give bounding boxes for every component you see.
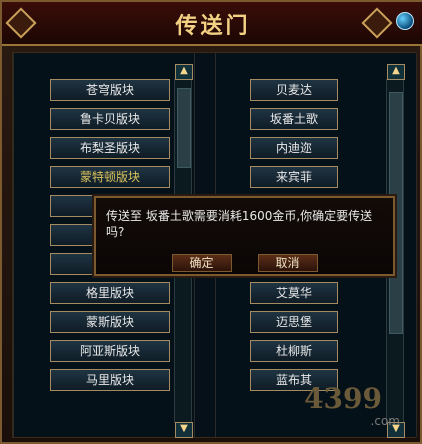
dialog-buttons: 确定 取消 <box>96 254 393 272</box>
watermark: 4399 .com <box>260 376 410 428</box>
right-item-3[interactable]: 来宾菲 <box>250 166 338 188</box>
watermark-domain: .com <box>370 414 400 428</box>
left-item-3[interactable]: 蒙特顿版块 <box>50 166 170 188</box>
left-scroll-thumb[interactable] <box>177 88 191 168</box>
left-item-7[interactable]: 格里版块 <box>50 282 170 304</box>
confirm-dialog: 传送至 坂番土歌需要消耗1600金币,你确定要传送吗? 确定 取消 <box>94 196 395 276</box>
left-item-10[interactable]: 马里版块 <box>50 369 170 391</box>
cancel-button[interactable]: 取消 <box>257 254 318 272</box>
right-item-2[interactable]: 内迪迩 <box>250 137 338 159</box>
left-item-2[interactable]: 布梨圣版块 <box>50 137 170 159</box>
confirm-button[interactable]: 确定 <box>171 254 232 272</box>
watermark-brand: 4399 <box>304 382 382 415</box>
dialog-message: 传送至 坂番土歌需要消耗1600金币,你确定要传送吗? <box>106 209 373 239</box>
close-orb-icon[interactable] <box>396 12 414 30</box>
right-item-0[interactable]: 贝麦达 <box>250 79 338 101</box>
right-item-1[interactable]: 坂番土歌 <box>250 108 338 130</box>
left-item-8[interactable]: 蒙斯版块 <box>50 311 170 333</box>
up-arrow-icon[interactable]: ▲ <box>387 64 405 80</box>
window-header: 传送门 <box>2 2 422 46</box>
down-arrow-icon[interactable]: ▼ <box>175 422 193 438</box>
right-item-7[interactable]: 艾莫华 <box>250 282 338 304</box>
window-title: 传送门 <box>175 13 251 39</box>
left-item-1[interactable]: 鲁卡贝版块 <box>50 108 170 130</box>
left-item-0[interactable]: 苍穹版块 <box>50 79 170 101</box>
right-item-9[interactable]: 杜柳斯 <box>250 340 338 362</box>
right-item-8[interactable]: 迈思堡 <box>250 311 338 333</box>
left-item-9[interactable]: 阿亚斯版块 <box>50 340 170 362</box>
window-frame: 传送门 苍穹版块 鲁卡贝版块 布梨圣版块 蒙特顿版块 伦密 利得 德思 格里版块… <box>0 0 422 444</box>
up-arrow-icon[interactable]: ▲ <box>175 64 193 80</box>
